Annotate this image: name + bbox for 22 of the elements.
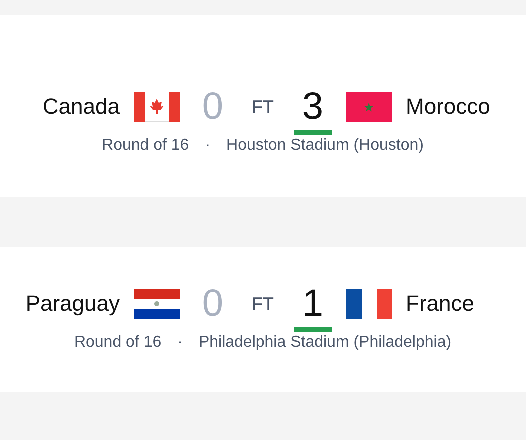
- match-status: FT: [251, 96, 275, 118]
- match-status: FT: [251, 294, 275, 314]
- flag-icon: [134, 92, 180, 122]
- team-name: Canada: [42, 94, 120, 120]
- flag-icon: [346, 289, 392, 319]
- venue-label: Houston Stadium (Houston): [226, 137, 424, 155]
- team-name: Paraguay: [26, 291, 120, 317]
- round-label: Round of 16: [102, 137, 190, 155]
- flag-icon: [134, 289, 180, 319]
- separator: ·: [178, 334, 183, 352]
- team-name: France: [406, 291, 474, 317]
- score: 3: [294, 88, 332, 135]
- team-name: Morocco: [406, 94, 490, 120]
- separator: ·: [205, 137, 211, 155]
- round-label: Round of 16: [74, 334, 162, 352]
- score: 0: [201, 88, 225, 130]
- score: 0: [201, 285, 225, 327]
- flag-icon: [346, 92, 392, 122]
- score: 1: [294, 285, 332, 332]
- match-card[interactable]: Paraguay 0 FT 1 France Round of 16 · Philadelphia Stadium (Philadelphia): [0, 247, 526, 392]
- match-card[interactable]: Canada 0 FT 3 Morocco Round of 16 · Houston Stadium (Houston): [0, 15, 526, 197]
- venue-label: Philadelphia Stadium (Philadelphia): [198, 334, 452, 352]
